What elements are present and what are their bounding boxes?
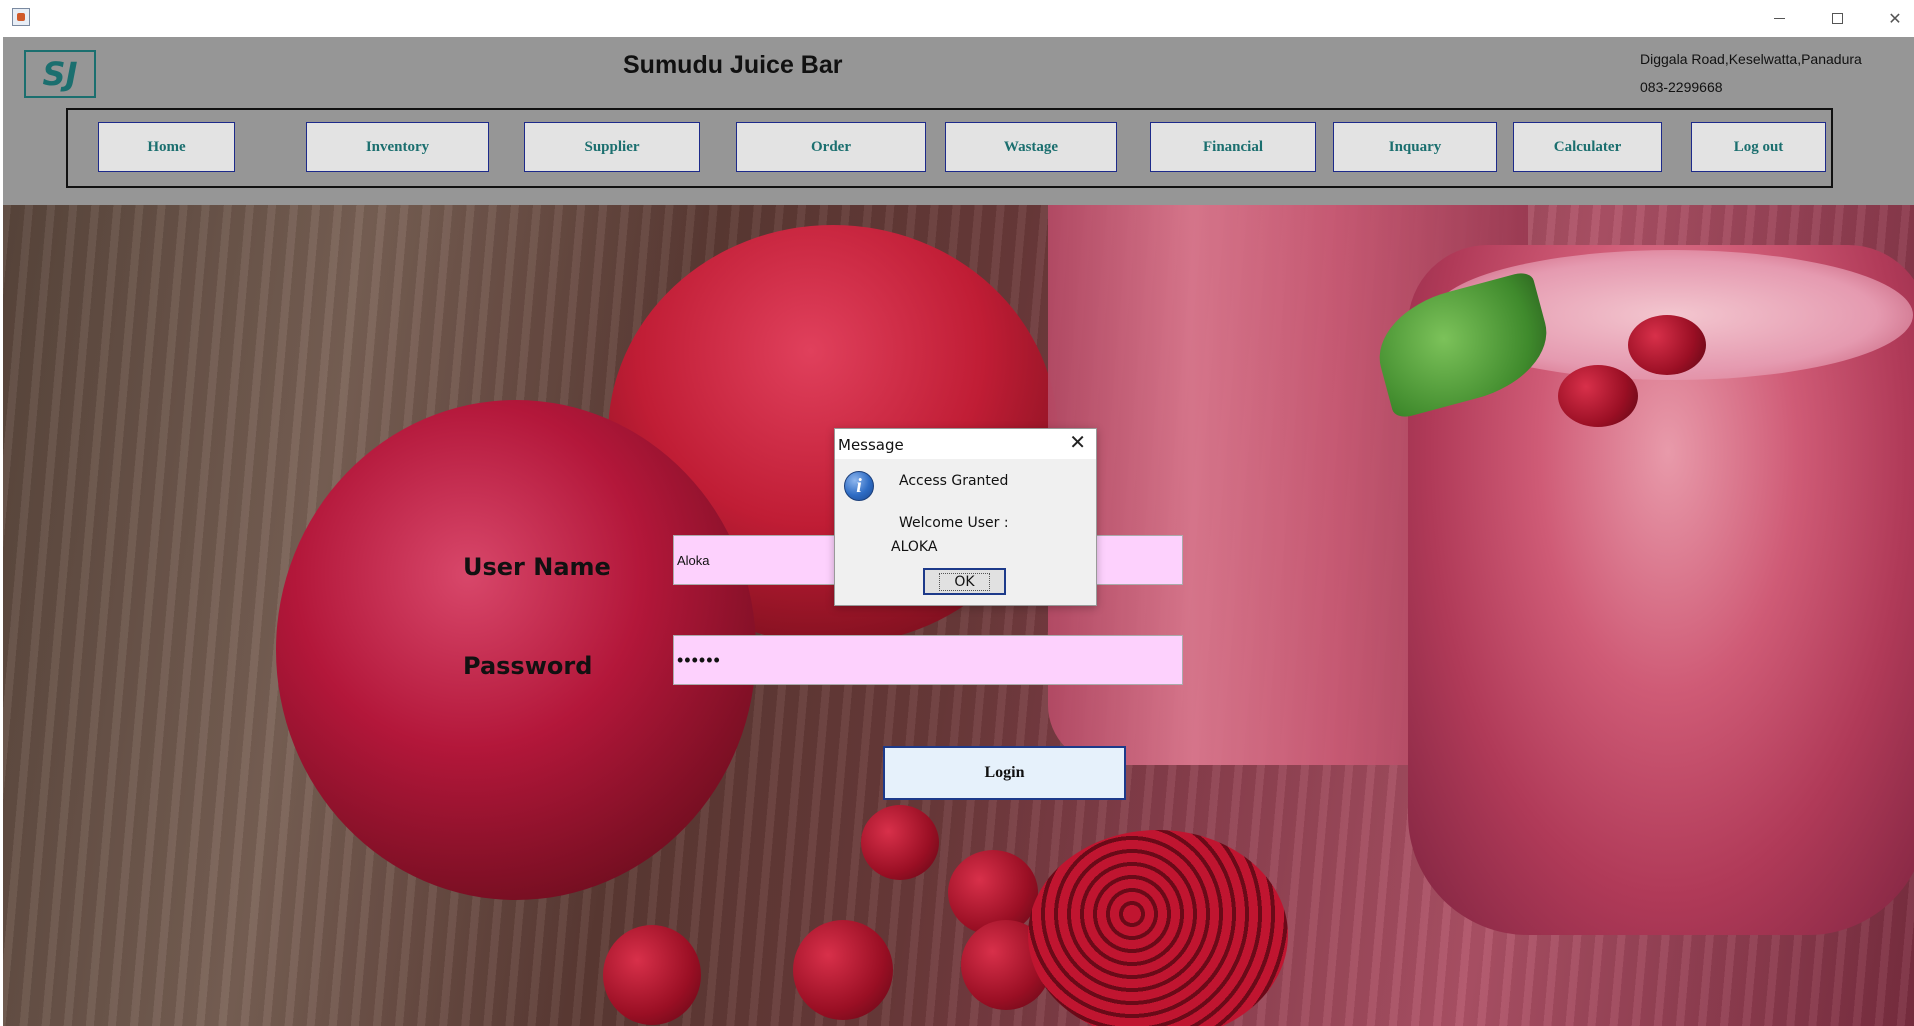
maximize-icon[interactable] [1814,0,1860,37]
information-icon: i [844,471,874,501]
nav-bar: Home Inventory Supplier Order Wastage Fi… [66,108,1833,188]
dialog-close-icon[interactable]: ✕ [1069,433,1086,453]
cranberry-image [1628,315,1706,375]
nav-financial-button[interactable]: Financial [1150,122,1316,172]
dialog-message-status: Access Granted [899,473,1009,489]
message-dialog: Message ✕ i Access Granted Welcome User … [834,428,1097,606]
close-icon[interactable]: ✕ [1872,0,1914,37]
nav-inquary-button[interactable]: Inquary [1333,122,1497,172]
app-title: Sumudu Juice Bar [623,51,843,79]
background-photo [3,205,1914,1026]
nav-supplier-button[interactable]: Supplier [524,122,700,172]
login-button[interactable]: Login [883,746,1126,800]
nav-calculater-button[interactable]: Calculater [1513,122,1662,172]
dialog-title-bar: Message ✕ [835,429,1096,459]
cranberry-image [603,925,701,1025]
password-input[interactable]: •••••• [673,635,1183,685]
minimize-icon[interactable] [1756,0,1802,37]
logo: SJ [24,50,96,98]
pomegranate-image [1028,830,1288,1026]
window-title-bar: ✕ [0,0,1914,37]
nav-logout-button[interactable]: Log out [1691,122,1826,172]
nav-order-button[interactable]: Order [736,122,926,172]
cranberry-image [1558,365,1638,427]
java-app-icon[interactable] [12,8,30,26]
dialog-message-user: ALOKA [891,539,938,555]
header-panel: SJ Sumudu Juice Bar Diggala Road,Keselwa… [3,37,1914,205]
address-text: Diggala Road,Keselwatta,Panadura [1640,51,1862,67]
cranberry-image [793,920,893,1020]
dialog-message-welcome: Welcome User : [899,515,1009,531]
dialog-title: Message [838,436,904,454]
nav-inventory-button[interactable]: Inventory [306,122,489,172]
cranberry-image [861,805,939,880]
username-label: User Name [463,553,611,581]
password-label: Password [463,652,593,680]
ok-button-label: OK [939,572,990,591]
nav-home-button[interactable]: Home [98,122,235,172]
nav-wastage-button[interactable]: Wastage [945,122,1117,172]
phone-text: 083-2299668 [1640,79,1723,95]
ok-button[interactable]: OK [923,568,1006,595]
